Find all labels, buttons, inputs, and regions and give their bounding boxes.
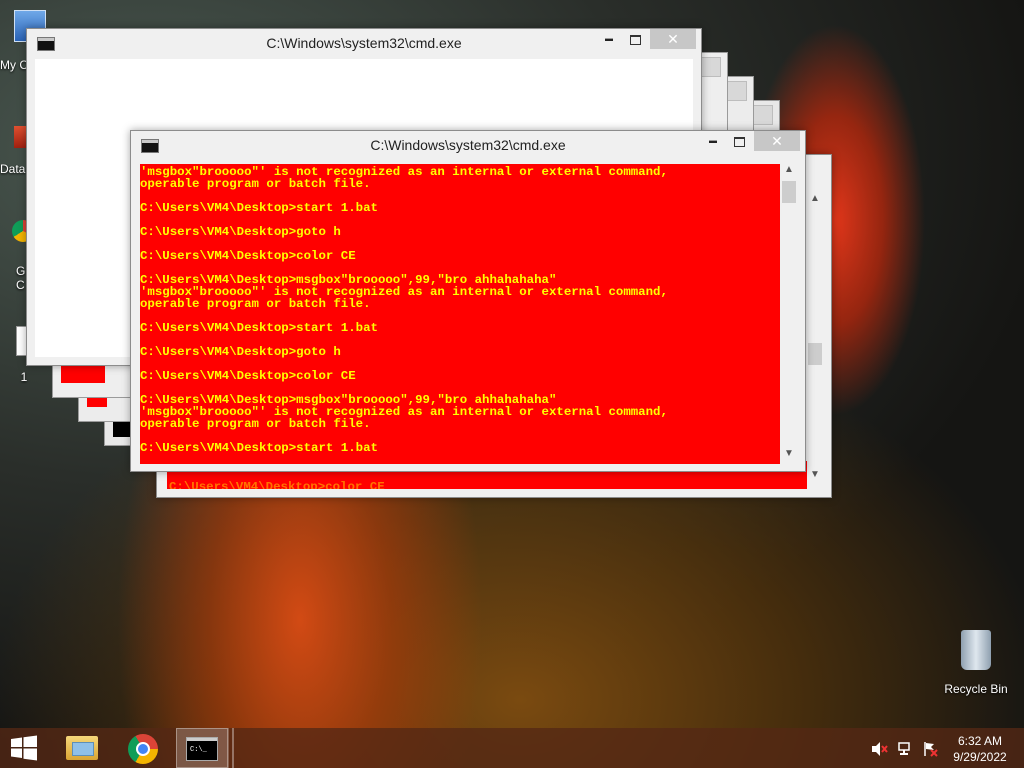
scroll-down-arrow[interactable]: ▼ [781, 448, 797, 464]
desktop-icon-label: 1 [20, 370, 28, 384]
recycle-bin-icon [961, 630, 991, 670]
file-explorer-button[interactable] [58, 728, 104, 768]
close-button[interactable]: ✕ [650, 29, 696, 49]
cmd-taskbar-button[interactable]: C:\_ [176, 728, 228, 768]
cmd-icon: C:\_ [186, 737, 218, 761]
close-button[interactable]: ✕ [754, 131, 800, 151]
network-icon[interactable] [898, 741, 914, 757]
minimize-button[interactable]: ▬ [701, 131, 725, 151]
vertical-scrollbar[interactable]: ▲ ▼ [781, 164, 797, 464]
scrollbar-thumb[interactable] [808, 343, 822, 365]
speaker-muted-icon[interactable] [872, 742, 888, 756]
desktop-icon-recycle-bin[interactable]: Recycle Bin [936, 630, 1016, 696]
chrome-button[interactable] [118, 728, 168, 768]
console-line: operable program or batch file. [140, 297, 371, 311]
vertical-scrollbar[interactable]: ▲ ▼ [807, 163, 823, 491]
taskbar: C:\_ 6:32 AM 9/29/2022 [0, 728, 1024, 768]
minimize-button[interactable]: ▬ [597, 29, 621, 49]
start-button[interactable] [0, 728, 48, 768]
scroll-up-arrow[interactable]: ▲ [781, 164, 797, 180]
title-bar[interactable]: C:\Windows\system32\cmd.exe ▬ ✕ [131, 131, 805, 159]
maximize-button[interactable] [727, 131, 751, 151]
console-line: C:\Users\VM4\Desktop>goto h [140, 345, 341, 359]
scroll-up-arrow[interactable]: ▲ [807, 193, 823, 209]
console-line: C:\Users\VM4\Desktop>goto h [140, 225, 341, 239]
desktop-icon-label: Recycle Bin [944, 682, 1008, 696]
maximize-icon [733, 137, 745, 147]
console-line: C:\Users\VM4\Desktop>color CE [169, 480, 385, 489]
maximize-icon [629, 35, 641, 45]
action-center-icon[interactable] [922, 741, 938, 757]
scrollbar-thumb[interactable] [782, 181, 796, 203]
scroll-down-arrow[interactable]: ▼ [807, 469, 823, 485]
console-line: operable program or batch file. [140, 417, 371, 431]
console-line: C:\Users\VM4\Desktop>start 1.bat [140, 201, 378, 215]
clock-time[interactable]: 6:32 AM [946, 734, 1014, 748]
chrome-icon [128, 734, 158, 764]
console-line: C:\Users\VM4\Desktop>start 1.bat [140, 321, 378, 335]
console-line: C:\Users\VM4\Desktop>color CE [140, 369, 356, 383]
maximize-button[interactable] [623, 29, 647, 49]
desktop-icon-label: G C [16, 264, 26, 292]
clock-date[interactable]: 9/29/2022 [946, 750, 1014, 764]
cmd-window-front[interactable]: C:\Windows\system32\cmd.exe ▬ ✕ 'msgbox"… [130, 130, 806, 472]
console-line: C:\Users\VM4\Desktop>start 1.bat [140, 441, 378, 455]
cmd-stack-indicator [228, 728, 234, 768]
windows-logo-icon [11, 735, 37, 761]
console-area: 'msgbox"brooooo"' is not recognized as a… [140, 164, 780, 464]
title-bar[interactable]: C:\Windows\system32\cmd.exe ▬ ✕ [27, 29, 701, 57]
console-line: operable program or batch file. [140, 177, 371, 191]
folder-icon [66, 736, 98, 760]
console-line: C:\Users\VM4\Desktop>color CE [140, 249, 356, 263]
